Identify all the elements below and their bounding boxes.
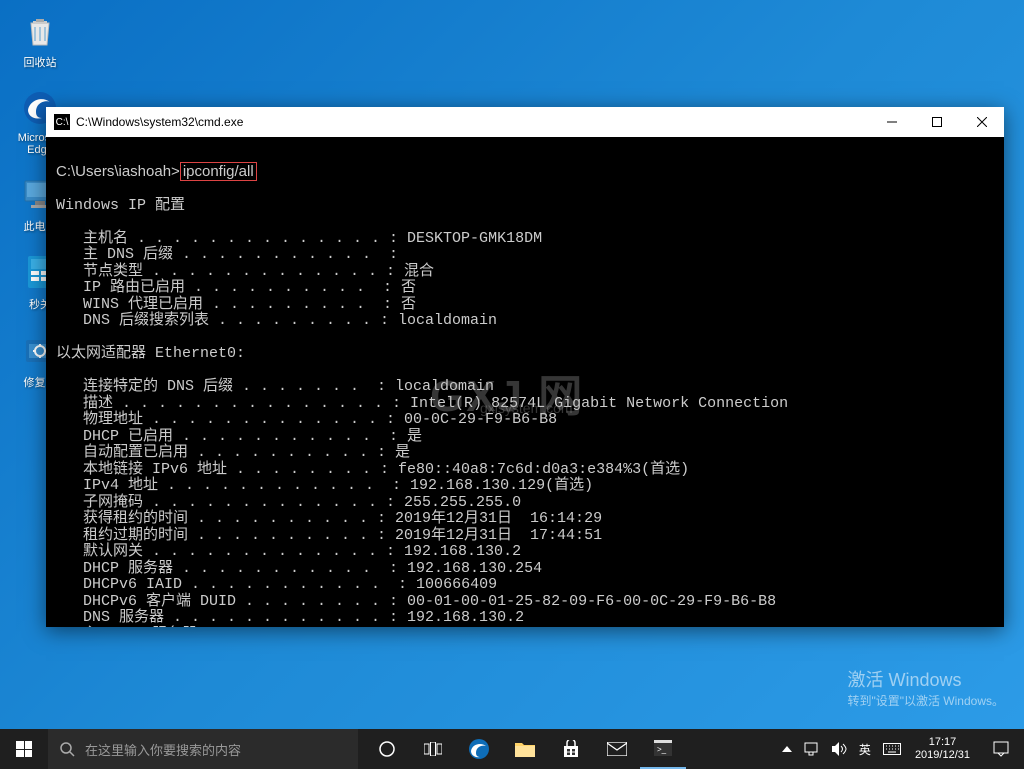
- start-button[interactable]: [0, 729, 48, 769]
- search-placeholder: 在这里输入你要搜索的内容: [85, 740, 241, 759]
- taskbar-edge-icon[interactable]: [456, 729, 502, 769]
- close-button[interactable]: [959, 107, 1004, 137]
- taskbar-store-icon[interactable]: [548, 729, 594, 769]
- windows-logo-icon: [16, 741, 32, 757]
- tray-keyboard-icon[interactable]: [877, 729, 907, 769]
- tray-ime[interactable]: 英: [853, 729, 877, 769]
- cmd-titlebar[interactable]: C:\ C:\Windows\system32\cmd.exe: [46, 107, 1004, 137]
- tray-clock[interactable]: 17:17 2019/12/31: [907, 736, 978, 762]
- tray-network-icon[interactable]: [798, 729, 826, 769]
- recycle-bin-icon[interactable]: 回收站: [10, 10, 70, 70]
- cmd-title: C:\Windows\system32\cmd.exe: [76, 115, 869, 129]
- task-view-icon[interactable]: [410, 729, 456, 769]
- cmd-app-icon: C:\: [54, 114, 70, 130]
- cmd-output[interactable]: C:\Users\iashoah>ipconfig/all Windows IP…: [46, 137, 1004, 627]
- maximize-button[interactable]: [914, 107, 959, 137]
- minimize-button[interactable]: [869, 107, 914, 137]
- svg-text:>_: >_: [657, 745, 667, 754]
- action-center-icon[interactable]: [978, 729, 1024, 769]
- cmd-window: C:\ C:\Windows\system32\cmd.exe C:\Users…: [46, 107, 1004, 627]
- taskbar: 在这里输入你要搜索的内容 >_ 英 17:17 2019/12/31: [0, 729, 1024, 769]
- taskbar-explorer-icon[interactable]: [502, 729, 548, 769]
- taskbar-mail-icon[interactable]: [594, 729, 640, 769]
- search-box[interactable]: 在这里输入你要搜索的内容: [48, 729, 358, 769]
- cortana-icon[interactable]: [364, 729, 410, 769]
- activate-windows-overlay: 激活 Windows 转到"设置"以激活 Windows。: [847, 666, 1004, 709]
- tray-volume-icon[interactable]: [826, 729, 853, 769]
- taskbar-cmd-icon[interactable]: >_: [640, 729, 686, 769]
- tray-overflow-icon[interactable]: [776, 729, 798, 769]
- search-icon: [60, 742, 75, 757]
- system-tray: 英 17:17 2019/12/31: [776, 729, 1024, 769]
